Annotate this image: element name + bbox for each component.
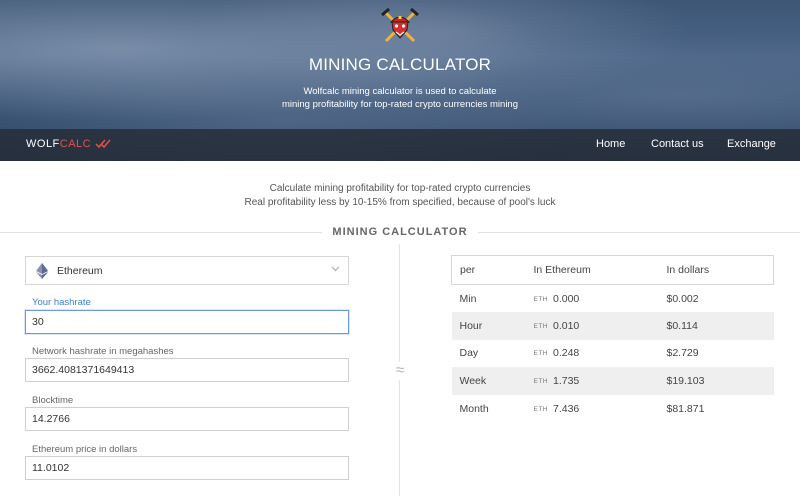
hashrate-label: Your hashrate [32, 297, 91, 308]
section-title: MINING CALCULATOR [0, 226, 800, 238]
row-period: Month [459, 402, 489, 415]
row-eth-value: 0.248 [553, 347, 580, 360]
hashrate-input[interactable] [25, 310, 349, 334]
double-check-icon [95, 139, 111, 149]
row-usd: $0.002 [666, 292, 699, 305]
blocktime-label: Blocktime [32, 395, 74, 406]
network-hashrate-label: Network hashrate in megahashes [32, 346, 174, 357]
row-eth: ETH 7.436 [534, 395, 667, 423]
profit-results-table: per In Ethereum In dollars Min ETH 0.000 … [451, 255, 774, 422]
row-usd: $81.871 [666, 402, 705, 415]
row-period: Day [459, 347, 479, 360]
row-eth: ETH 0.248 [534, 340, 667, 368]
coin-select-dropdown[interactable]: Ethereum [25, 256, 349, 285]
nav-link-exchange[interactable]: Exchange [727, 138, 776, 150]
top-navbar: WOLF CALC Home Contact us Exchange [0, 129, 800, 161]
header-usd: In dollars [666, 255, 774, 285]
eth-unit-tag: ETH [533, 405, 548, 413]
chevron-down-icon [331, 266, 340, 272]
brand-text-calc: CALC [59, 138, 92, 150]
wolf-miner-logo-icon [381, 8, 419, 43]
eth-unit-tag: ETH [533, 350, 548, 358]
row-eth: ETH 0.000 [534, 285, 667, 313]
intro-line: Calculate mining profitability for top-r… [269, 183, 531, 194]
hero-subtitle-line: mining profitability for top-rated crypt… [281, 99, 518, 110]
blocktime-input[interactable] [25, 407, 349, 431]
row-period: Min [459, 292, 477, 305]
table-row: Min ETH 0.000 $0.002 [452, 285, 774, 313]
row-eth-value: 0.010 [553, 319, 580, 332]
row-usd: $19.103 [666, 367, 774, 395]
row-usd: $0.114 [666, 312, 774, 340]
intro-line: Real profitability less by 10-15% from s… [244, 197, 556, 208]
selected-coin: Ethereum [57, 265, 103, 277]
row-eth: ETH 1.735 [533, 367, 667, 395]
row-eth-value: 0.000 [553, 292, 580, 305]
ethereum-icon [36, 263, 48, 279]
row-eth-value: 1.735 [553, 375, 580, 388]
table-row: Day ETH 0.248 $2.729 [452, 340, 774, 368]
brand-logo[interactable]: WOLF CALC [26, 138, 111, 150]
table-row: Week ETH 1.735 $19.103 [451, 367, 774, 395]
approx-symbol: ≈ [392, 362, 408, 380]
row-eth: ETH 0.010 [533, 312, 667, 340]
nav-link-contact[interactable]: Contact us [651, 138, 704, 150]
nav-link-home[interactable]: Home [596, 138, 625, 150]
coin-price-label: Ethereum price in dollars [32, 444, 138, 455]
header-period: per [451, 255, 534, 285]
eth-unit-tag: ETH [533, 378, 548, 386]
table-row: Month ETH 7.436 $81.871 [452, 395, 774, 423]
coin-price-input[interactable] [25, 456, 349, 480]
eth-unit-tag: ETH [533, 322, 548, 330]
row-eth-value: 7.436 [553, 402, 580, 415]
hero-title: MINING CALCULATOR [308, 55, 492, 74]
row-period: Week [451, 367, 534, 395]
network-hashrate-input[interactable] [25, 358, 349, 382]
brand-text-wolf: WOLF [26, 138, 60, 150]
row-usd: $2.729 [666, 347, 699, 360]
intro-text: Calculate mining profitability for top-r… [0, 182, 800, 210]
hero-subtitle-line: Wolfcalc mining calculator is used to ca… [303, 86, 497, 97]
table-header-row: per In Ethereum In dollars [451, 255, 774, 285]
hero-subtitle: Wolfcalc mining calculator is used to ca… [0, 85, 800, 111]
row-period: Hour [451, 312, 534, 340]
table-row: Hour ETH 0.010 $0.114 [451, 312, 774, 340]
header-eth: In Ethereum [533, 255, 667, 285]
eth-unit-tag: ETH [533, 295, 548, 303]
